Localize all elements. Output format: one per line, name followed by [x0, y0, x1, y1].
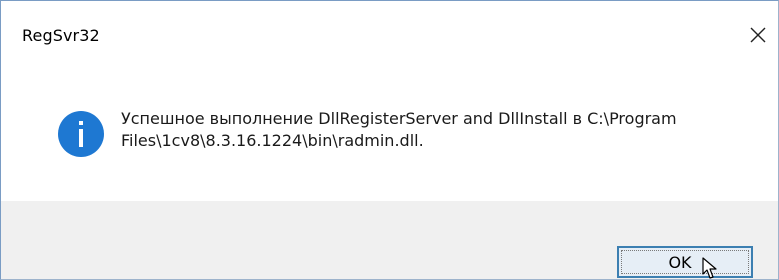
message-line-1: Успешное выполнение DllRegisterServer an…	[121, 109, 677, 128]
message-text: Успешное выполнение DllRegisterServer an…	[121, 108, 761, 152]
ok-button[interactable]: OK	[617, 246, 753, 278]
window-title: RegSvr32	[22, 26, 100, 45]
dialog-window: RegSvr32 Успешное выполнение DllRegister…	[0, 0, 779, 280]
ok-button-label: OK	[668, 252, 692, 272]
close-icon	[750, 27, 766, 43]
close-button[interactable]	[738, 15, 778, 55]
title-bar: RegSvr32	[1, 1, 778, 77]
info-icon	[58, 111, 104, 157]
button-bar: OK	[1, 201, 778, 279]
message-area: Успешное выполнение DllRegisterServer an…	[1, 77, 778, 201]
message-line-2: Files\1cv8\8.3.16.1224\bin\radmin.dll.	[121, 131, 424, 150]
